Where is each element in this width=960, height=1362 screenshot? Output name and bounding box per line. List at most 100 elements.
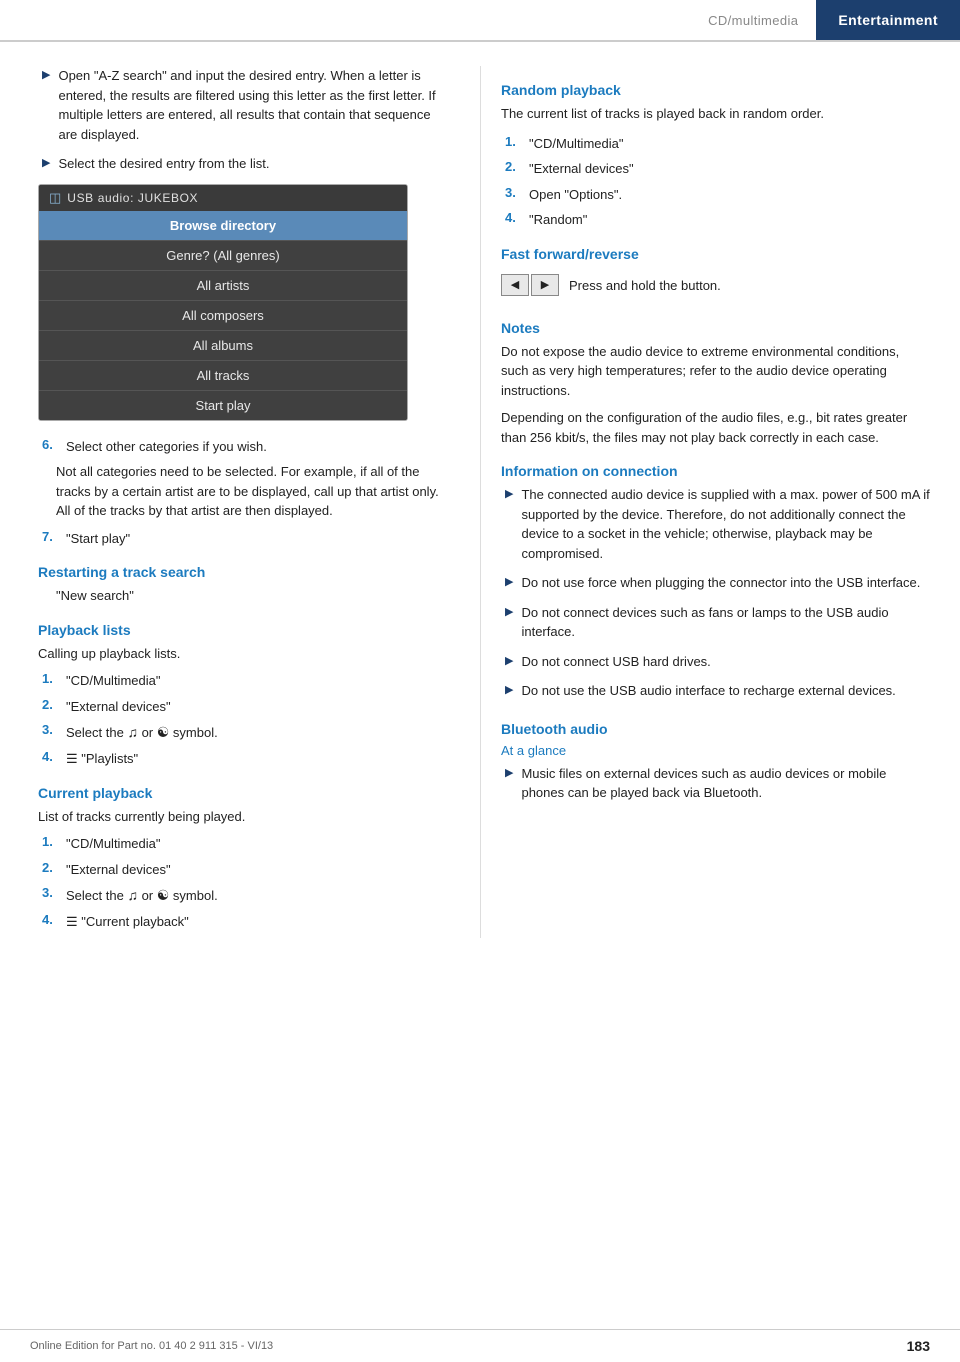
current-step-3-text: Select the ♫ or ☯ symbol.: [66, 885, 450, 906]
random-step-1-num: 1.: [505, 134, 521, 154]
random-step-1-text: "CD/Multimedia": [529, 134, 930, 154]
usb-icon: ◫: [49, 190, 61, 206]
playback-step-3-text: Select the ♫ or ☯ symbol.: [66, 722, 450, 743]
bullet-text-select-entry: Select the desired entry from the list.: [58, 154, 450, 174]
bullet-item-select-entry: ▶ Select the desired entry from the list…: [38, 154, 450, 174]
step-6-num: 6.: [42, 437, 58, 457]
playback-step-1: 1. "CD/Multimedia": [38, 671, 450, 691]
current-step-3-num: 3.: [42, 885, 58, 906]
playlist-icon: ☯: [157, 724, 170, 740]
usb-menu-all-artists[interactable]: All artists: [39, 271, 407, 301]
notes-heading: Notes: [501, 320, 930, 336]
bullet-text-az-search: Open "A-Z search" and input the desired …: [58, 66, 450, 144]
music-note-icon: ♫: [127, 724, 138, 740]
info-bullet-arrow-5: ▶: [505, 683, 513, 701]
current-intro: List of tracks currently being played.: [38, 807, 450, 827]
info-bullet-text-5: Do not use the USB audio interface to re…: [521, 681, 930, 701]
playback-step3-or: or: [142, 725, 157, 740]
current-step-2-num: 2.: [42, 860, 58, 880]
random-step-3: 3. Open "Options".: [501, 185, 930, 205]
random-step-2-num: 2.: [505, 159, 521, 179]
random-step-4-num: 4.: [505, 210, 521, 230]
random-step-4: 4. "Random": [501, 210, 930, 230]
ff-text: Press and hold the button.: [569, 278, 721, 293]
playback-step-2-text: "External devices": [66, 697, 450, 717]
usb-menu-genre[interactable]: Genre? (All genres): [39, 241, 407, 271]
random-step-2-text: "External devices": [529, 159, 930, 179]
random-heading: Random playback: [501, 82, 930, 98]
playback-step-1-text: "CD/Multimedia": [66, 671, 450, 691]
step-6-detail: Not all categories need to be selected. …: [38, 462, 450, 521]
bullet-item-az-search: ▶ Open "A-Z search" and input the desire…: [38, 66, 450, 144]
at-glance-heading: At a glance: [501, 743, 930, 758]
info-bullet-arrow-3: ▶: [505, 605, 513, 642]
bluetooth-bullet-text: Music files on external devices such as …: [521, 764, 930, 803]
header-entertainment-label: Entertainment: [816, 0, 960, 40]
info-bullet-4: ▶ Do not connect USB hard drives.: [501, 652, 930, 672]
current-step-4-num: 4.: [42, 912, 58, 932]
random-step-3-text: Open "Options".: [529, 185, 930, 205]
random-step-1: 1. "CD/Multimedia": [501, 134, 930, 154]
ff-buttons: ◀ ▶: [501, 274, 559, 296]
playback-step-3-num: 3.: [42, 722, 58, 743]
current-step-1-num: 1.: [42, 834, 58, 854]
current-step-4-text: ☰ "Current playback": [66, 912, 450, 932]
info-bullet-arrow-2: ▶: [505, 575, 513, 593]
playback-step-2-num: 2.: [42, 697, 58, 717]
info-bullet-text-3: Do not connect devices such as fans or l…: [521, 603, 930, 642]
step-7-text: "Start play": [66, 529, 450, 549]
playback-step-3: 3. Select the ♫ or ☯ symbol.: [38, 722, 450, 743]
restarting-heading: Restarting a track search: [38, 564, 450, 580]
playback-intro: Calling up playback lists.: [38, 644, 450, 664]
info-bullet-5: ▶ Do not use the USB audio interface to …: [501, 681, 930, 701]
usb-menu-all-tracks[interactable]: All tracks: [39, 361, 407, 391]
random-intro: The current list of tracks is played bac…: [501, 104, 930, 124]
info-bullet-2: ▶ Do not use force when plugging the con…: [501, 573, 930, 593]
playback-heading: Playback lists: [38, 622, 450, 638]
bluetooth-heading: Bluetooth audio: [501, 721, 930, 737]
step-6-item: 6. Select other categories if you wish.: [38, 437, 450, 457]
page-footer: Online Edition for Part no. 01 40 2 911 …: [0, 1329, 960, 1362]
page-header: CD/multimedia Entertainment: [0, 0, 960, 42]
usb-menu-browse-directory[interactable]: Browse directory: [39, 211, 407, 241]
usb-menu-all-composers[interactable]: All composers: [39, 301, 407, 331]
step-7-num: 7.: [42, 529, 58, 549]
header-cd-label: CD/multimedia: [690, 13, 816, 28]
playback-step-4-num: 4.: [42, 749, 58, 769]
current-step3-or: or: [142, 888, 157, 903]
playback-step-2: 2. "External devices": [38, 697, 450, 717]
random-step-2: 2. "External devices": [501, 159, 930, 179]
notes-text-2: Depending on the configuration of the au…: [501, 408, 930, 447]
usb-title: USB audio: JUKEBOX: [67, 191, 198, 205]
bluetooth-bullet-arrow: ▶: [505, 766, 513, 803]
usb-menu-start-play[interactable]: Start play: [39, 391, 407, 420]
notes-text-1: Do not expose the audio device to extrem…: [501, 342, 930, 401]
playback-step-4-text: ☰ "Playlists": [66, 749, 450, 769]
current-step-1-text: "CD/Multimedia": [66, 834, 450, 854]
usb-menu-list: Browse directory Genre? (All genres) All…: [39, 211, 407, 420]
usb-box-screenshot: ◫ USB audio: JUKEBOX Browse directory Ge…: [38, 184, 408, 421]
step-7-item: 7. "Start play": [38, 529, 450, 549]
left-column: ▶ Open "A-Z search" and input the desire…: [0, 66, 480, 938]
music-note-icon-2: ♫: [127, 887, 138, 903]
step-6-text: Select other categories if you wish.: [66, 437, 450, 457]
playlist-icon-2: ☯: [157, 887, 170, 903]
usb-menu-all-albums[interactable]: All albums: [39, 331, 407, 361]
current-step-1: 1. "CD/Multimedia": [38, 834, 450, 854]
info-bullet-1: ▶ The connected audio device is supplied…: [501, 485, 930, 563]
footer-edition-text: Online Edition for Part no. 01 40 2 911 …: [30, 1340, 273, 1352]
random-step-3-num: 3.: [505, 185, 521, 205]
footer-page-number: 183: [907, 1338, 930, 1354]
rewind-button[interactable]: ◀: [501, 274, 529, 296]
info-conn-heading: Information on connection: [501, 463, 930, 479]
current-step-2: 2. "External devices": [38, 860, 450, 880]
current-heading: Current playback: [38, 785, 450, 801]
current-step-4: 4. ☰ "Current playback": [38, 912, 450, 932]
right-column: Random playback The current list of trac…: [480, 66, 960, 938]
playlists-icon: ☰: [66, 751, 78, 766]
bullet-arrow-icon-2: ▶: [42, 156, 50, 174]
forward-button[interactable]: ▶: [531, 274, 559, 296]
info-bullet-text-1: The connected audio device is supplied w…: [521, 485, 930, 563]
current-step-3: 3. Select the ♫ or ☯ symbol.: [38, 885, 450, 906]
main-content: ▶ Open "A-Z search" and input the desire…: [0, 42, 960, 938]
